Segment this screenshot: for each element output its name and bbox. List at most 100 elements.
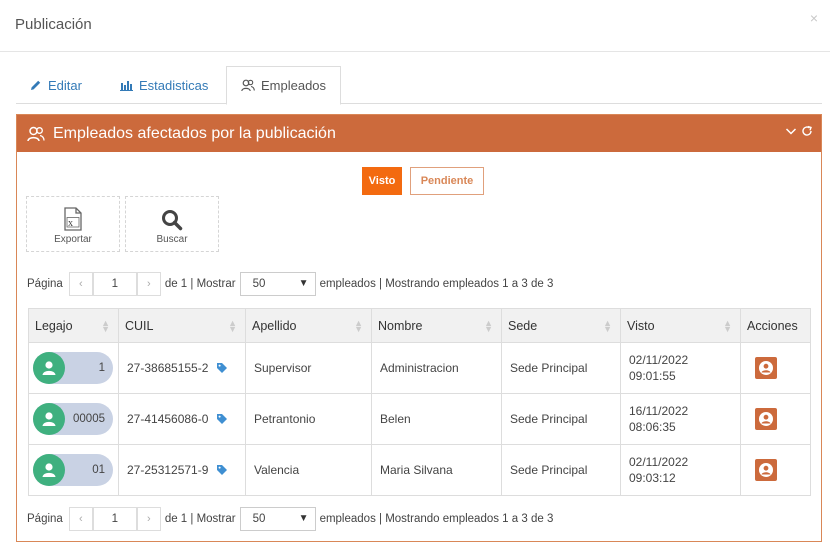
pagina-label: Página — [27, 513, 63, 525]
refresh-icon[interactable] — [801, 125, 813, 137]
col-header-apellido[interactable]: Apellido ▲ ▼ — [245, 308, 372, 343]
visto-date: 16/11/2022 — [629, 404, 689, 418]
buscar-label: Buscar — [156, 234, 188, 245]
col-header-cuil[interactable]: CUIL ▲ ▼ — [118, 308, 246, 343]
cuil-cell: 27-41456086-0 — [118, 393, 246, 445]
visto-time: 09:01:55 — [629, 369, 676, 383]
visto-date: 02/11/2022 — [629, 455, 689, 469]
chevron-down-icon[interactable] — [785, 125, 797, 137]
apellido-cell: Valencia — [245, 444, 372, 496]
tag-icon[interactable] — [216, 464, 228, 476]
portlet-title: Empleados afectados por la publicación — [53, 124, 336, 142]
pager-summary: empleados | Mostrando empleados 1 a 3 de… — [319, 513, 554, 525]
page-input[interactable]: 1 — [92, 507, 137, 531]
acciones-cell — [740, 393, 811, 445]
tab-label: Empleados — [261, 78, 327, 93]
page-of-label: de 1 | Mostrar — [164, 513, 236, 525]
next-page-button[interactable]: › — [136, 507, 161, 531]
per-page-select[interactable]: 50 ▼ — [239, 272, 316, 296]
visto-time: 08:06:35 — [629, 420, 676, 434]
col-header-visto[interactable]: Visto ▲ ▼ — [620, 308, 741, 343]
page-of-label: de 1 | Mostrar — [164, 278, 236, 290]
tab-bar: Editar Estadisticas Empleados — [16, 66, 822, 105]
cuil-value: 27-25312571-9 — [127, 463, 209, 477]
table-row: 00005 27-41456086-0 Petrantonio Belen Se… — [28, 393, 811, 445]
view-user-button[interactable] — [755, 408, 777, 430]
search-icon — [162, 210, 183, 231]
user-avatar-icon — [33, 403, 65, 435]
users-icon — [241, 79, 255, 92]
tab-empleados[interactable]: Empleados — [226, 66, 342, 105]
legajo-number: 01 — [92, 464, 105, 476]
table-row: 01 27-25312571-9 Valencia Maria Silvana … — [28, 444, 811, 496]
cuil-cell: 27-25312571-9 — [118, 444, 246, 496]
pager-bottom: Página ‹ 1 › de 1 | Mostrar 50 ▼ emplead… — [27, 507, 807, 531]
legajo-cell: 1 — [28, 342, 119, 394]
tab-label: Estadisticas — [139, 77, 209, 93]
col-header-acciones: Acciones — [740, 308, 811, 343]
user-avatar-icon — [33, 352, 65, 384]
user-circle-icon — [759, 412, 773, 426]
prev-page-button[interactable]: ‹ — [68, 272, 93, 296]
tab-editar[interactable]: Editar — [16, 66, 96, 104]
buscar-button[interactable]: Buscar — [125, 196, 219, 252]
pagina-label: Página — [27, 278, 63, 290]
prev-page-button[interactable]: ‹ — [68, 507, 93, 531]
visto-cell: 02/11/2022 09:03:12 — [620, 444, 741, 496]
sede-cell: Sede Principal — [501, 444, 621, 496]
user-avatar-icon — [33, 454, 65, 486]
col-header-nombre[interactable]: Nombre ▲ ▼ — [371, 308, 502, 343]
per-page-value: 50 — [252, 513, 266, 525]
cuil-cell: 27-38685155-2 — [118, 342, 246, 394]
legajo-cell: 00005 — [28, 393, 119, 445]
visto-button[interactable]: Visto — [362, 167, 402, 195]
exportar-button[interactable]: x Exportar — [26, 196, 120, 252]
tab-estadisticas[interactable]: Estadisticas — [106, 66, 222, 104]
view-user-button[interactable] — [755, 357, 777, 379]
user-circle-icon — [759, 361, 773, 375]
tab-label: Editar — [48, 77, 82, 93]
cuil-value: 27-41456086-0 — [127, 412, 209, 426]
visto-time: 09:03:12 — [629, 471, 676, 485]
visto-cell: 02/11/2022 09:01:55 — [620, 342, 741, 394]
cuil-value: 27-38685155-2 — [127, 361, 209, 375]
exportar-label: Exportar — [54, 234, 92, 245]
user-circle-icon — [759, 463, 773, 477]
close-icon[interactable]: × — [810, 10, 818, 26]
legajo-badge: 1 — [33, 352, 113, 384]
acciones-cell — [740, 444, 811, 496]
bar-chart-icon — [120, 81, 133, 91]
col-header-legajo[interactable]: Legajo ▲ ▼ — [28, 308, 119, 343]
table-row: 1 27-38685155-2 Supervisor Administracio… — [28, 342, 811, 394]
pager-summary: empleados | Mostrando empleados 1 a 3 de… — [319, 278, 554, 290]
legajo-number: 1 — [98, 362, 105, 374]
employees-portlet: Empleados afectados por la publicación V… — [16, 114, 822, 542]
per-page-value: 50 — [252, 278, 266, 290]
nombre-cell: Maria Silvana — [371, 444, 502, 496]
view-user-button[interactable] — [755, 459, 777, 481]
employees-table: Legajo ▲ ▼ CUIL ▲ ▼ Apellido ▲ ▼ Nombre ▲ ▼ Sede… — [28, 308, 811, 496]
tag-icon[interactable] — [216, 362, 228, 374]
pager-top: Página ‹ 1 › de 1 | Mostrar 50 ▼ emplead… — [27, 272, 807, 296]
page-input[interactable]: 1 — [92, 272, 137, 296]
visto-date: 02/11/2022 — [629, 353, 689, 367]
next-page-button[interactable]: › — [136, 272, 161, 296]
apellido-cell: Supervisor — [245, 342, 372, 394]
nombre-cell: Belen — [371, 393, 502, 445]
portlet-header: Empleados afectados por la publicación — [17, 115, 821, 152]
chevron-down-icon: ▼ — [298, 278, 309, 289]
excel-file-icon: x — [64, 207, 82, 231]
legajo-badge: 01 — [33, 454, 113, 486]
legajo-number: 00005 — [73, 413, 105, 425]
nombre-cell: Administracion — [371, 342, 502, 394]
per-page-select[interactable]: 50 ▼ — [239, 507, 316, 531]
legajo-badge: 00005 — [33, 403, 113, 435]
acciones-cell — [740, 342, 811, 394]
pendiente-button[interactable]: Pendiente — [410, 167, 484, 195]
table-header-row: Legajo ▲ ▼ CUIL ▲ ▼ Apellido ▲ ▼ Nombre ▲ ▼ Sede… — [28, 308, 811, 343]
apellido-cell: Petrantonio — [245, 393, 372, 445]
sede-cell: Sede Principal — [501, 393, 621, 445]
tag-icon[interactable] — [216, 413, 228, 425]
col-header-sede[interactable]: Sede ▲ ▼ — [501, 308, 621, 343]
portlet-tools — [785, 125, 813, 137]
